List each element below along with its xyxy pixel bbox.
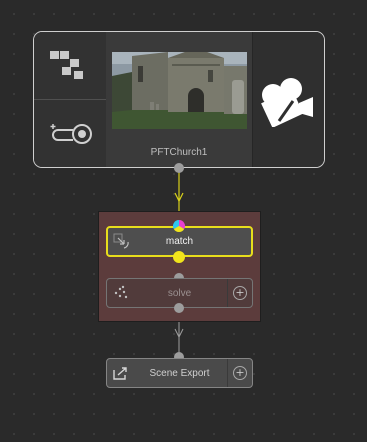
clip-node-name: PFTChurch1 (150, 147, 208, 158)
scene-export-label: Scene Export (149, 367, 210, 379)
clip-node[interactable]: PFTChurch1 (33, 31, 325, 168)
camera-icon[interactable] (261, 77, 321, 127)
match-output-port[interactable] (173, 251, 185, 263)
export-add-button[interactable]: + (233, 366, 247, 380)
clip-panel-divider (34, 99, 106, 100)
export-add-cell: + (227, 359, 252, 387)
solve-add-button[interactable]: + (233, 286, 247, 300)
clip-thumbnail-image (112, 52, 247, 129)
solve-icon (114, 285, 128, 299)
tiles-icon[interactable] (50, 51, 90, 83)
solve-output-port[interactable] (174, 303, 184, 313)
solve-add-cell: + (227, 279, 252, 307)
match-input-port[interactable] (172, 219, 186, 233)
clip-output-port[interactable] (174, 163, 184, 173)
match-icon (113, 233, 129, 249)
clip-node-camera-panel (252, 32, 324, 167)
scene-export-node[interactable]: Scene Export + (106, 358, 253, 388)
export-icon (113, 367, 127, 380)
clip-node-tool-panel (34, 32, 107, 167)
clip-node-preview-panel: PFTChurch1 (106, 32, 252, 167)
zoom-icon[interactable] (48, 120, 94, 150)
